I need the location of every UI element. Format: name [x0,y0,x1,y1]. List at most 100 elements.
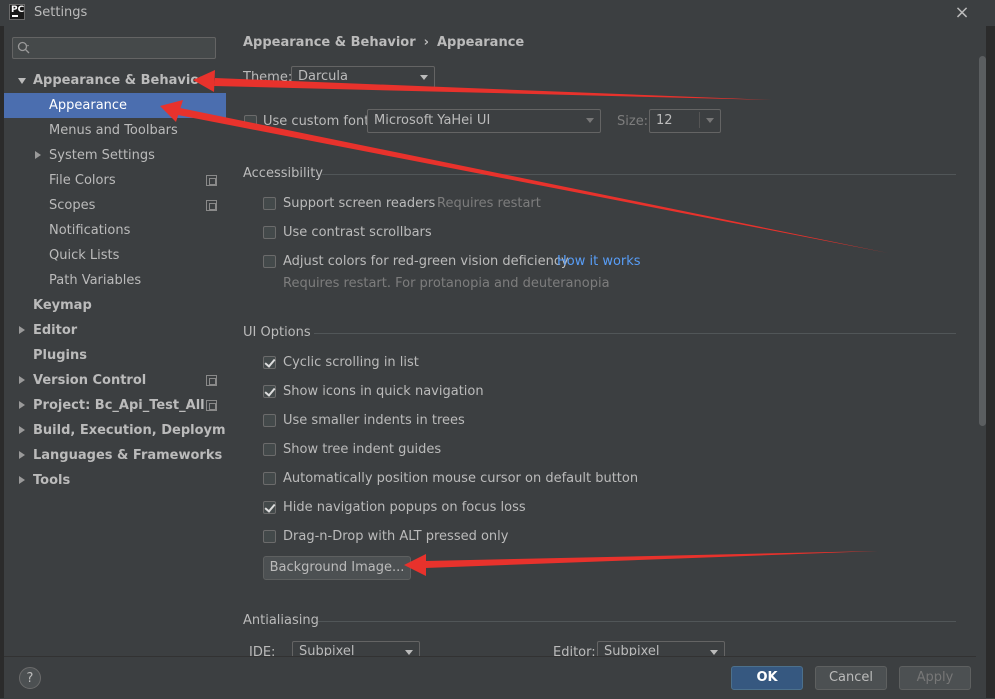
apply-button[interactable]: Apply [899,666,971,690]
ok-button[interactable]: OK [731,666,803,690]
collapsed-arrow-icon [19,451,25,459]
font-size-value: 12 [656,113,673,128]
quick-nav-icons-label: Show icons in quick navigation [283,384,484,399]
ide-antialiasing-label: IDE: [249,645,276,656]
collapsed-arrow-icon [35,151,41,159]
sidebar-item-label: Notifications [49,223,131,238]
requires-restart-note: Requires restart [437,196,541,211]
chevron-down-icon [706,118,714,123]
window-title: Settings [34,5,88,20]
sidebar-item-label: Path Variables [49,273,142,288]
search-icon [17,41,30,54]
sidebar-item-version-control[interactable]: Version Control [4,368,226,393]
section-divider [322,174,956,175]
font-size-combo[interactable]: 12 [649,109,721,133]
antialiasing-row-clip: IDE: Subpixel Editor: Subpixel [226,638,976,656]
close-button[interactable]: × [950,2,974,24]
theme-value: Darcula [298,69,349,84]
breadcrumb-separator: › [423,35,429,50]
color-deficiency-label: Adjust colors for red-green vision defic… [283,254,569,269]
sidebar-item-system-settings[interactable]: System Settings [4,143,226,168]
sidebar-item-label: File Colors [49,173,116,188]
quick-nav-icons-checkbox[interactable] [263,385,276,398]
sidebar-item-notifications[interactable]: Notifications [4,218,226,243]
font-size-label: Size: [617,114,649,129]
drag-n-drop-alt-checkbox[interactable] [263,530,276,543]
sidebar-item-label: Editor [33,323,78,338]
chevron-down-icon [586,118,594,123]
sidebar-item-quick-lists[interactable]: Quick Lists [4,243,226,268]
scrollbar-thumb[interactable] [979,56,986,426]
screen-readers-label: Support screen readers [283,196,436,211]
sidebar-item-label: System Settings [49,148,155,163]
chevron-down-icon [420,75,428,80]
sidebar-item-tools[interactable]: Tools [4,468,226,493]
sidebar-item-label: Keymap [33,298,92,313]
tree-indent-guides-label: Show tree indent guides [283,442,442,457]
contrast-scrollbars-label: Use contrast scrollbars [283,225,432,240]
title-bar: PC Settings × [0,0,995,26]
chevron-down-icon [405,650,413,655]
cancel-button[interactable]: Cancel [815,666,887,690]
editor-antialiasing-label: Editor: [553,645,596,656]
collapsed-arrow-icon [19,376,25,384]
sidebar-item-label: Appearance [49,98,128,113]
sidebar-item-scopes[interactable]: Scopes [4,193,226,218]
custom-font-checkbox[interactable] [244,115,257,128]
hide-nav-popups-checkbox[interactable] [263,501,276,514]
collapsed-arrow-icon [19,476,25,484]
sidebar-item-keymap[interactable]: Keymap [4,293,226,318]
theme-label: Theme: [243,70,293,85]
auto-position-cursor-checkbox[interactable] [263,472,276,485]
cyclic-scrolling-checkbox[interactable] [263,356,276,369]
screen-readers-checkbox[interactable] [263,197,276,210]
how-it-works-link[interactable]: How it works [557,254,641,269]
font-family-dropdown[interactable]: Microsoft YaHei UI [367,109,601,133]
sidebar-item-path-variables[interactable]: Path Variables [4,268,226,293]
right-edge [986,26,995,698]
editor-antialiasing-dropdown[interactable]: Subpixel [597,641,725,656]
sidebar-item-menus-toolbars[interactable]: Menus and Toolbars [4,118,226,143]
sidebar-item-label: Languages & Frameworks [33,448,223,463]
sidebar-item-project[interactable]: Project: Bc_Api_Test_All [4,393,226,418]
tree-indent-guides-checkbox[interactable] [263,443,276,456]
sidebar-item-label: Scopes [49,198,96,213]
smaller-indents-checkbox[interactable] [263,414,276,427]
ide-antialiasing-dropdown[interactable]: Subpixel [292,641,420,656]
collapsed-arrow-icon [19,401,25,409]
project-level-icon [206,375,217,386]
sidebar-item-label: Tools [33,473,71,488]
sidebar-item-plugins[interactable]: Plugins [4,343,226,368]
section-divider [314,333,956,334]
contrast-scrollbars-checkbox[interactable] [263,226,276,239]
antialiasing-section-title: Antialiasing [243,613,319,628]
breadcrumb: Appearance & Behavior › Appearance [243,35,524,50]
sidebar-item-label: Menus and Toolbars [49,123,178,138]
ide-antialiasing-value: Subpixel [299,644,355,656]
project-level-icon [206,400,217,411]
hide-nav-popups-label: Hide navigation popups on focus loss [283,500,526,515]
font-family-value: Microsoft YaHei UI [374,113,491,128]
cyclic-scrolling-label: Cyclic scrolling in list [283,355,419,370]
theme-dropdown[interactable]: Darcula [291,66,435,88]
pycharm-app-icon: PC [9,4,25,20]
drag-n-drop-alt-label: Drag-n-Drop with ALT pressed only [283,529,509,544]
sidebar-item-appearance-behavior[interactable]: Appearance & Behavior [4,68,226,93]
sidebar-item-file-colors[interactable]: File Colors [4,168,226,193]
sidebar-item-editor[interactable]: Editor [4,318,226,343]
collapsed-arrow-icon [19,326,25,334]
sidebar-item-appearance[interactable]: Appearance [4,93,226,118]
color-deficiency-checkbox[interactable] [263,255,276,268]
editor-antialiasing-value: Subpixel [604,644,660,656]
settings-search-input[interactable] [12,37,216,59]
sidebar-item-label: Build, Execution, Deployment [33,423,250,438]
sidebar-item-languages-frameworks[interactable]: Languages & Frameworks [4,443,226,468]
background-image-button[interactable]: Background Image... [263,556,411,580]
project-level-icon [206,200,217,211]
sidebar-item-build-execution-deployment[interactable]: Build, Execution, Deployment [4,418,250,443]
help-button[interactable]: ? [19,667,41,689]
breadcrumb-parent: Appearance & Behavior [243,35,416,50]
sidebar-item-label: Plugins [33,348,87,363]
collapsed-arrow-icon [19,426,25,434]
sidebar-item-label: Project: Bc_Api_Test_All [33,398,205,413]
